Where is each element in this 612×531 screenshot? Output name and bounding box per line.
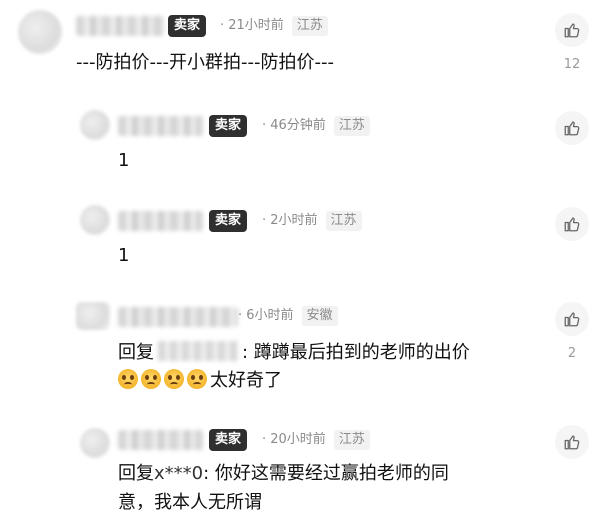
location-tag: 江苏 xyxy=(325,211,362,231)
username-blurred[interactable] xyxy=(118,430,203,450)
username-blurred[interactable] xyxy=(118,116,203,136)
avatar[interactable] xyxy=(80,205,110,235)
comment-text-line2: 意，我本人无所谓 xyxy=(118,492,262,513)
comment-meta: · 46分钟前 江苏 xyxy=(262,116,370,136)
comment-time: 6小时前 xyxy=(246,308,294,323)
thumbs-up-icon xyxy=(564,23,580,38)
comment-item: 卖家 · 20小时前 江苏 回复x***0: 你好这需要经过赢拍老师的同 意，我本… xyxy=(0,420,612,531)
location-tag: 江苏 xyxy=(291,16,328,36)
reply-prefix: 回复 xyxy=(118,342,154,363)
avatar[interactable] xyxy=(80,428,110,458)
seller-badge: 卖家 xyxy=(209,115,248,137)
username-blurred[interactable] xyxy=(118,307,238,327)
like-button[interactable] xyxy=(555,111,589,145)
reply-text: : 蹲蹲最后拍到的老师的出价 xyxy=(242,342,470,363)
avatar[interactable] xyxy=(76,302,110,330)
comment-item: 卖家 · 2小时前 江苏 1 xyxy=(0,195,612,290)
pleading-face-icon xyxy=(141,369,161,389)
comment-text-line2: 太好奇了 xyxy=(118,368,282,394)
thumbs-up-icon xyxy=(564,121,580,136)
comment-time: 20小时前 xyxy=(270,432,326,447)
comment-text: 1 xyxy=(118,150,130,171)
username-blurred[interactable] xyxy=(118,211,203,231)
pleading-face-icon xyxy=(164,369,184,389)
comment-time: 2小时前 xyxy=(270,213,318,228)
like-button[interactable] xyxy=(555,207,589,241)
seller-badge: 卖家 xyxy=(168,15,207,37)
reply-text: : 你好这需要经过赢拍老师的同 xyxy=(203,463,449,484)
comment-meta: · 20小时前 江苏 xyxy=(262,430,370,450)
pleading-face-icon xyxy=(118,369,138,389)
avatar[interactable] xyxy=(80,110,110,140)
comment-text: ---防拍价---开小群拍---防拍价--- xyxy=(76,52,334,73)
reply-username-blurred[interactable] xyxy=(158,341,238,361)
location-tag: 安徽 xyxy=(301,306,338,326)
comment-text: 回复x***0: 你好这需要经过赢拍老师的同 xyxy=(118,461,449,487)
comment-text: 1 xyxy=(118,245,130,266)
comment-item: 卖家 · 21小时前 江苏 ---防拍价---开小群拍---防拍价--- 12 xyxy=(0,0,612,90)
comment-text: 回复 : 蹲蹲最后拍到的老师的出价 xyxy=(118,340,470,366)
seller-badge: 卖家 xyxy=(209,210,248,232)
like-count: 12 xyxy=(563,57,581,72)
comment-meta: · 21小时前 江苏 xyxy=(220,16,328,36)
thumbs-up-icon xyxy=(564,435,580,450)
reply-prefix: 回复 xyxy=(118,463,154,484)
avatar[interactable] xyxy=(18,10,62,54)
like-button[interactable] xyxy=(555,302,589,336)
comment-meta: · 2小时前 江苏 xyxy=(262,211,362,231)
like-count: 2 xyxy=(567,346,577,361)
location-tag: 江苏 xyxy=(333,116,370,136)
thumbs-up-icon xyxy=(564,312,580,327)
like-button[interactable] xyxy=(555,13,589,47)
comment-time: 21小时前 xyxy=(228,18,284,33)
reply-text-tail: 太好奇了 xyxy=(210,370,282,391)
thumbs-up-icon xyxy=(564,217,580,232)
like-button[interactable] xyxy=(555,425,589,459)
location-tag: 江苏 xyxy=(333,430,370,450)
pleading-face-icon xyxy=(187,369,207,389)
comment-meta: · 6小时前 安徽 xyxy=(238,306,338,326)
username-blurred[interactable] xyxy=(76,16,164,36)
seller-badge: 卖家 xyxy=(209,429,248,451)
comment-item: 卖家 · 46分钟前 江苏 1 xyxy=(0,100,612,195)
comment-time: 46分钟前 xyxy=(270,118,326,133)
comment-item: · 6小时前 安徽 回复 : 蹲蹲最后拍到的老师的出价 太好奇了 2 xyxy=(0,295,612,415)
reply-username[interactable]: x***0 xyxy=(154,463,203,484)
